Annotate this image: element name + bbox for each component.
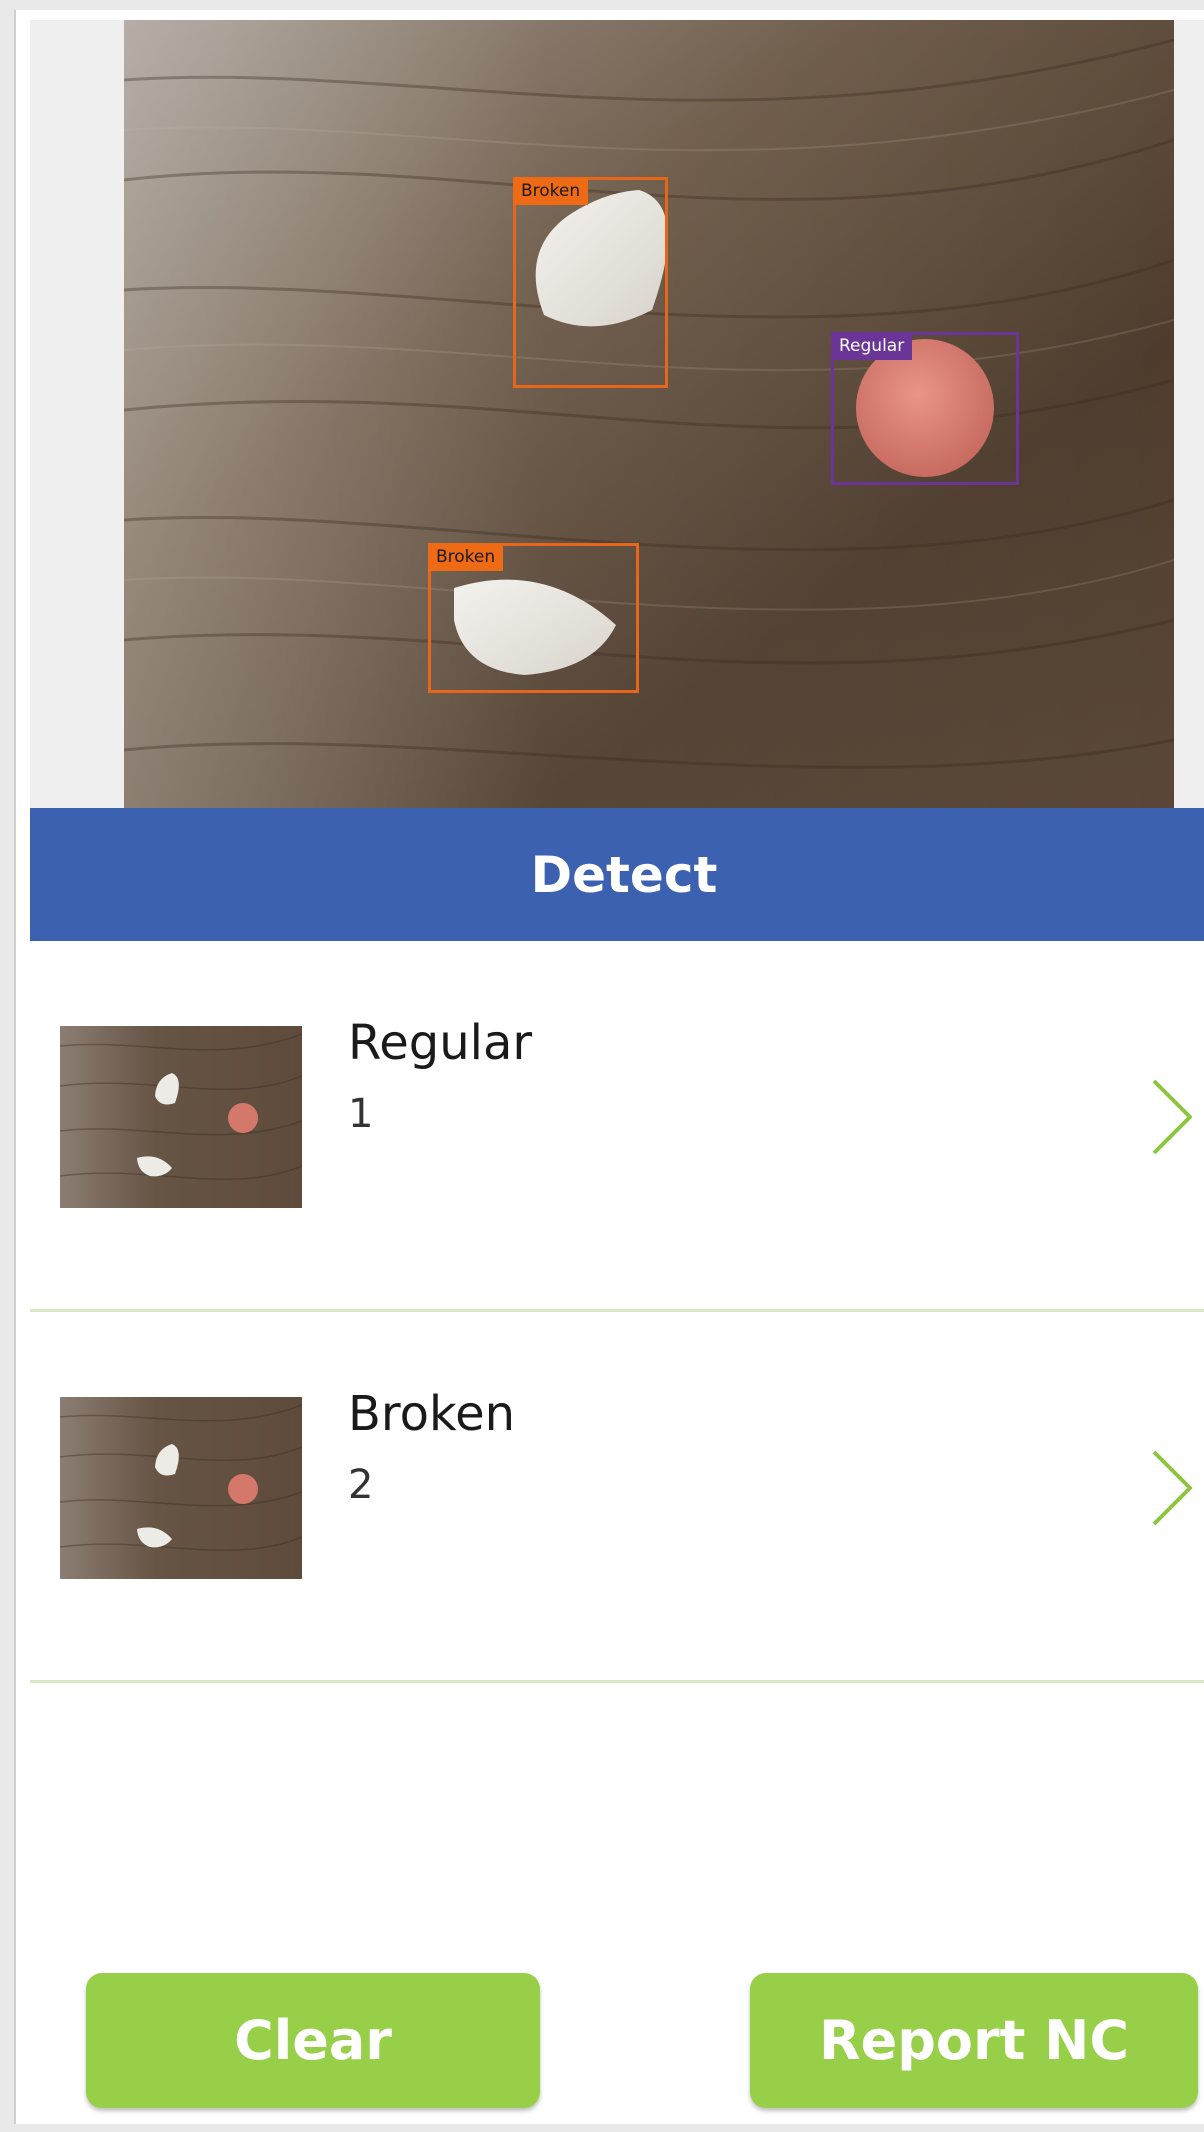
result-thumbnail xyxy=(60,1397,302,1579)
result-name: Regular xyxy=(348,1015,533,1071)
result-name: Broken xyxy=(348,1386,516,1442)
detection-label: Broken xyxy=(513,177,589,205)
result-item-broken[interactable]: Broken 2 xyxy=(30,1312,1204,1683)
detection-box-broken-2: Broken xyxy=(428,543,639,693)
detection-label: Regular xyxy=(831,332,913,360)
result-thumbnail xyxy=(60,1026,302,1208)
result-count: 2 xyxy=(348,1462,374,1508)
chevron-right-icon[interactable] xyxy=(1150,1448,1194,1528)
clear-button-label: Clear xyxy=(234,2009,392,2072)
detection-box-broken-1: Broken xyxy=(513,177,668,388)
detect-label: Detect xyxy=(530,845,718,904)
captured-photo[interactable]: Broken Regular Broken xyxy=(124,20,1174,808)
result-item-regular[interactable]: Regular 1 xyxy=(30,941,1204,1312)
detect-button[interactable]: Detect xyxy=(30,808,1204,941)
result-count: 1 xyxy=(348,1091,374,1137)
report-nc-button-label: Report NC xyxy=(818,2009,1130,2072)
detection-box-regular: Regular xyxy=(831,332,1019,485)
chevron-right-icon[interactable] xyxy=(1150,1077,1194,1157)
camera-image-area: Broken Regular Broken xyxy=(30,20,1204,808)
result-list: Regular 1 Broken 2 xyxy=(30,941,1204,1683)
app-frame: Broken Regular Broken Detect Regular 1 B… xyxy=(0,0,1204,2132)
report-nc-button[interactable]: Report NC xyxy=(750,1973,1198,2108)
detection-label: Broken xyxy=(428,543,504,571)
clear-button[interactable]: Clear xyxy=(86,1973,540,2108)
